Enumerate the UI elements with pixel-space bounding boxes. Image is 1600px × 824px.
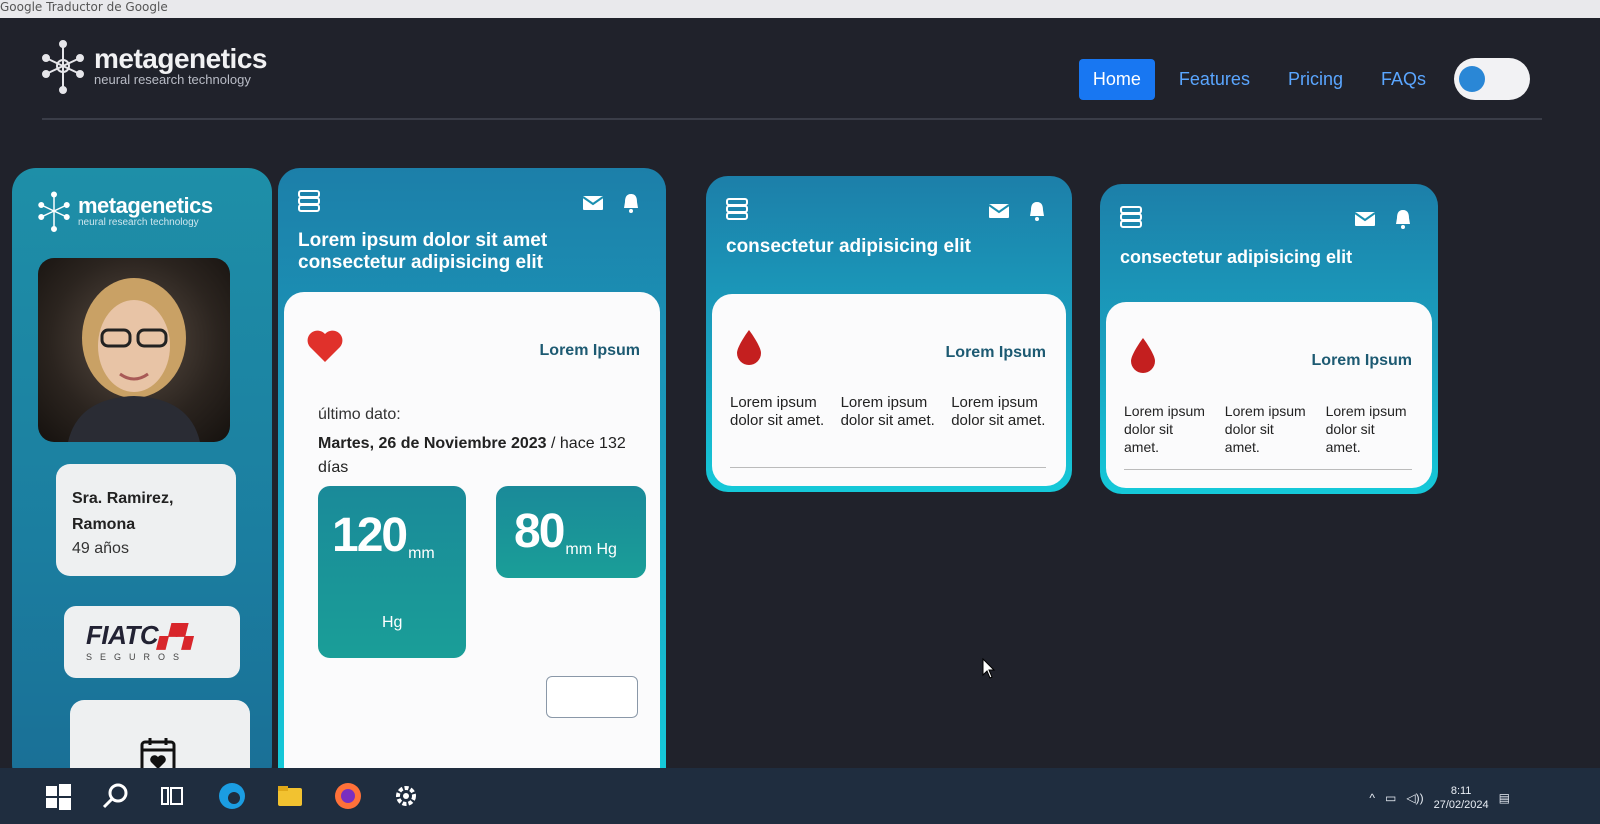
metric-columns: Lorem ipsum dolor sit amet. Lorem ipsum … xyxy=(1124,402,1412,456)
blood-pressure-card[interactable]: Lorem ipsum dolor sit amet consectetur a… xyxy=(278,168,666,768)
file-explorer-icon[interactable] xyxy=(274,780,306,812)
card-actions xyxy=(1354,208,1414,230)
insurer-card[interactable]: FIATC▞▚ SEGUROS xyxy=(64,606,240,678)
panel-label: Lorem Ipsum xyxy=(945,344,1046,361)
windows-start-icon[interactable] xyxy=(42,780,74,812)
diastolic-unit: mm Hg xyxy=(565,541,617,558)
panel-label: Lorem Ipsum xyxy=(1311,352,1412,369)
neural-logo-icon xyxy=(38,191,70,232)
settings-gear-icon[interactable] xyxy=(390,780,422,812)
systolic-value: 120 xyxy=(332,509,408,562)
glucose-card-2[interactable]: consectetur adipisicing elit Lorem Ipsum… xyxy=(1100,184,1438,494)
bell-icon[interactable] xyxy=(620,192,642,214)
task-view-icon[interactable] xyxy=(156,780,188,812)
neural-logo-icon xyxy=(42,40,84,94)
blood-drop-icon xyxy=(737,330,761,365)
glucose-card-1[interactable]: consectetur adipisicing elit Lorem Ipsum… xyxy=(706,176,1072,492)
panel-divider xyxy=(730,467,1046,468)
mail-icon[interactable] xyxy=(988,200,1010,222)
card-actions xyxy=(582,192,642,214)
card-title: consectetur adipisicing elit xyxy=(1120,247,1353,267)
sidebar-brand-name: metagenetics xyxy=(78,192,213,218)
systolic-unit-hg: Hg xyxy=(382,614,403,631)
brand-name: metagenetics xyxy=(94,43,267,74)
card-panel: Lorem Ipsum Lorem ipsum dolor sit amet. … xyxy=(712,294,1066,486)
header-divider xyxy=(42,118,1542,120)
server-icon xyxy=(726,198,748,220)
nav-faqs[interactable]: FAQs xyxy=(1367,59,1440,100)
clock-time: 8:11 xyxy=(1450,785,1472,797)
card-actions xyxy=(988,200,1048,222)
last-reading-label: último dato: xyxy=(318,406,401,423)
card-panel: Lorem Ipsum último dato: Martes, 26 de N… xyxy=(284,292,660,768)
metric-col: Lorem ipsum dolor sit amet. xyxy=(1224,403,1306,455)
mail-icon[interactable] xyxy=(582,192,604,214)
diastolic-value: 80 xyxy=(514,505,565,558)
notifications-icon[interactable]: ▤ xyxy=(1499,791,1510,805)
insurer-logo: FIATC▞▚ xyxy=(86,620,191,650)
patient-age: 49 años xyxy=(72,540,129,557)
heart-icon xyxy=(307,330,343,362)
card-title: consectetur adipisicing elit xyxy=(726,236,971,257)
nav-features[interactable]: Features xyxy=(1165,59,1264,100)
os-taskbar: ^ ▭ ◁)) 8:11 27/02/2024 ▤ xyxy=(0,768,1600,824)
firefox-icon[interactable] xyxy=(332,780,364,812)
systolic-box: 120 mm Hg xyxy=(318,486,466,658)
metric-columns: Lorem ipsum dolor sit amet. Lorem ipsum … xyxy=(730,394,1046,430)
brand-tagline: neural research technology xyxy=(94,72,251,87)
search-icon[interactable] xyxy=(100,780,132,812)
nav-pricing[interactable]: Pricing xyxy=(1274,59,1357,100)
metric-col: Lorem ipsum dolor sit amet. xyxy=(840,394,935,429)
metric-col: Lorem ipsum dolor sit amet. xyxy=(1325,403,1407,455)
sidebar-brand-tagline: neural research technology xyxy=(78,216,199,228)
bell-icon[interactable] xyxy=(1392,208,1414,230)
clock[interactable]: 8:11 27/02/2024 xyxy=(1434,784,1489,812)
theme-toggle[interactable] xyxy=(1454,58,1530,100)
diastolic-box: 80 mm Hg xyxy=(496,486,646,578)
patient-photo xyxy=(68,278,200,442)
metric-col: Lorem ipsum dolor sit amet. xyxy=(730,394,825,429)
last-reading-date: Martes, 26 de Noviembre 2023 / hace 132 … xyxy=(318,432,658,480)
insurer-sub: SEGUROS xyxy=(86,652,188,662)
screen: Google Traductor de Google metagenetics … xyxy=(0,0,1600,824)
card-title: Lorem ipsum dolor sit amet consectetur a… xyxy=(298,230,548,273)
insurer-name: FIATC xyxy=(86,620,159,650)
app: metagenetics neural research technology … xyxy=(0,18,1600,800)
network-icon[interactable]: ▭ xyxy=(1385,791,1396,805)
card-panel: Lorem Ipsum Lorem ipsum dolor sit amet. … xyxy=(1106,302,1432,488)
blood-drop-icon xyxy=(1131,338,1155,373)
clock-date: 27/02/2024 xyxy=(1433,799,1489,811)
system-tray: ^ ▭ ◁)) 8:11 27/02/2024 ▤ xyxy=(1369,784,1510,812)
nav-home[interactable]: Home xyxy=(1078,58,1155,100)
tray-chevron-icon[interactable]: ^ xyxy=(1369,791,1375,805)
metric-col: Lorem ipsum dolor sit amet. xyxy=(951,394,1046,429)
toggle-knob xyxy=(1459,66,1485,92)
mouse-cursor-icon xyxy=(982,658,996,679)
panel-divider xyxy=(1124,469,1412,470)
server-icon xyxy=(1120,206,1142,228)
reading-date-text: Martes, 26 de Noviembre 2023 xyxy=(318,435,547,452)
metric-col: Lorem ipsum dolor sit amet. xyxy=(1124,403,1205,455)
server-icon xyxy=(298,190,320,212)
patient-info-card[interactable]: Sra. Ramirez, Ramona 49 años xyxy=(56,464,236,576)
patient-sidebar: metagenetics neural research technology … xyxy=(12,168,272,800)
patient-avatar xyxy=(38,258,230,442)
bookmarks-text[interactable]: Google Traductor de Google xyxy=(0,0,168,14)
card-action-button[interactable] xyxy=(546,676,638,718)
brand-logo[interactable]: metagenetics neural research technology xyxy=(38,38,267,94)
panel-label: Lorem Ipsum xyxy=(539,342,640,359)
patient-name: Sra. Ramirez, Ramona xyxy=(72,490,174,533)
top-nav: Home Features Pricing FAQs xyxy=(1078,58,1530,100)
mail-icon[interactable] xyxy=(1354,208,1376,230)
edge-browser-icon[interactable] xyxy=(216,780,248,812)
systolic-unit: mm xyxy=(408,545,435,562)
volume-icon[interactable]: ◁)) xyxy=(1406,791,1423,805)
bell-icon[interactable] xyxy=(1026,200,1048,222)
sidebar-brand: metagenetics neural research technology xyxy=(34,190,213,232)
